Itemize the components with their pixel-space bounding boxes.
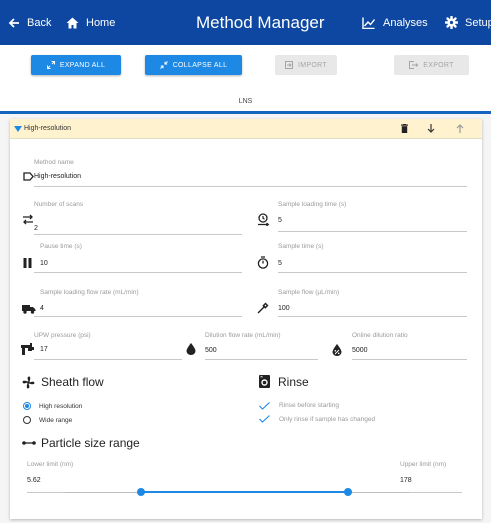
home-icon — [66, 17, 79, 28]
back-button[interactable]: Back — [8, 0, 51, 45]
sample-loading-time-underline — [278, 231, 467, 232]
radio-high-resolution[interactable] — [23, 402, 31, 410]
expand-icon — [46, 61, 55, 69]
sheath-flow-title: Sheath flow — [41, 375, 104, 389]
home-label: Home — [86, 16, 116, 29]
lower-limit-label: Lower limit (nm) — [27, 461, 74, 468]
collapse-all-label: COLLAPSE ALL — [172, 61, 228, 69]
method-name-underline — [34, 186, 467, 187]
range-arrows-icon — [22, 441, 36, 445]
gear-icon — [445, 16, 458, 29]
arrow-left-icon — [8, 17, 19, 28]
expand-all-button[interactable]: EXPAND ALL — [31, 55, 121, 75]
timer-arrow-icon — [258, 213, 270, 226]
upw-pressure-field[interactable]: 17 — [40, 346, 48, 353]
sample-flow-field[interactable]: 100 — [278, 305, 290, 312]
sample-time-underline — [278, 272, 467, 273]
checkmark-icon[interactable] — [259, 402, 270, 410]
radio-wide-range[interactable] — [23, 416, 31, 424]
sample-loading-flow-rate-underline — [34, 316, 242, 317]
sheath-option-high-resolution[interactable]: High resolution — [39, 403, 82, 410]
method-card-title: High-resolution — [24, 125, 72, 132]
pause-time-underline — [34, 272, 242, 273]
arrow-down-icon[interactable] — [427, 124, 435, 133]
number-of-scans-field[interactable]: 2 — [34, 225, 38, 232]
sample-flow-label: Sample flow (µL/min) — [278, 289, 340, 296]
sample-loading-flow-rate-label: Sample loading flow rate (mL/min) — [40, 289, 139, 296]
method-card-header[interactable]: High-resolution — [10, 119, 482, 139]
water-drop-icon — [186, 343, 196, 355]
slider-selected-range — [140, 491, 348, 493]
label-tag-icon — [23, 172, 34, 181]
sample-loading-flow-rate-field[interactable]: 4 — [40, 305, 44, 312]
caret-down-icon[interactable] — [14, 126, 22, 132]
method-name-label: Method name — [34, 159, 74, 166]
particle-size-range-title: Particle size range — [41, 436, 140, 450]
toolbar: EXPAND ALL COLLAPSE ALL IMPORT EXPORT LN… — [0, 45, 491, 112]
checkmark-icon[interactable] — [259, 415, 270, 423]
dilution-flow-rate-underline — [205, 359, 318, 360]
pipette-icon — [257, 302, 269, 314]
percent-drop-icon — [332, 344, 342, 356]
sample-time-label: Sample time (s) — [278, 243, 324, 250]
number-of-scans-underline — [34, 234, 242, 235]
pause-time-label: Pause time (s) — [40, 243, 82, 250]
app-header: Back Home Method Manager Analyses Setup — [0, 0, 491, 45]
dilution-flow-rate-label: Dilution flow rate (mL/min) — [205, 332, 281, 339]
pause-icon — [23, 258, 32, 268]
upper-limit-field[interactable]: 178 — [400, 477, 412, 484]
back-label: Back — [27, 16, 52, 29]
collapse-icon — [159, 61, 168, 69]
sheath-option-wide-range[interactable]: Wide range — [39, 417, 72, 424]
online-dilution-ratio-field[interactable]: 5000 — [352, 347, 368, 354]
stopwatch-icon — [257, 256, 269, 269]
upw-pressure-underline — [34, 359, 182, 360]
analyses-label: Analyses — [383, 16, 428, 29]
delete-icon[interactable] — [401, 124, 408, 133]
truck-icon — [22, 305, 36, 314]
fan-icon — [22, 376, 35, 389]
import-label: IMPORT — [298, 61, 327, 69]
chart-line-icon — [362, 17, 375, 29]
collapse-all-button[interactable]: COLLAPSE ALL — [145, 55, 242, 75]
online-dilution-ratio-label: Online dilution ratio — [352, 332, 408, 339]
rinse-option-if-sample-changed[interactable]: Only rinse if sample has changed — [279, 416, 375, 423]
upper-limit-label: Upper limit (nm) — [400, 461, 447, 468]
group-label: LNS — [238, 98, 253, 105]
rinse-option-before-starting[interactable]: Rinse before starting — [279, 402, 339, 409]
method-name-field[interactable]: High-resolution — [34, 173, 81, 180]
export-button[interactable]: EXPORT — [394, 55, 469, 75]
export-icon — [409, 61, 419, 69]
online-dilution-ratio-underline — [352, 359, 467, 360]
slider-upper-thumb[interactable] — [343, 488, 352, 496]
divider — [0, 111, 491, 114]
arrow-up-icon[interactable] — [456, 124, 464, 133]
upw-pressure-label: UPW pressure (psi) — [34, 332, 91, 339]
setup-button[interactable]: Setup — [445, 0, 491, 45]
size-range-slider[interactable] — [65, 488, 410, 498]
repeat-icon — [23, 214, 33, 225]
number-of-scans-label: Number of scans — [34, 201, 84, 208]
sample-loading-time-label: Sample loading time (s) — [278, 201, 347, 208]
sample-time-field[interactable]: 5 — [278, 260, 282, 267]
dilution-flow-rate-field[interactable]: 500 — [205, 347, 217, 354]
analyses-button[interactable]: Analyses — [362, 0, 428, 45]
sample-flow-underline — [278, 316, 467, 317]
slider-lower-thumb[interactable] — [136, 488, 145, 496]
lower-limit-field[interactable]: 5.62 — [27, 477, 41, 484]
rinse-title: Rinse — [278, 375, 309, 389]
expand-all-label: EXPAND ALL — [59, 61, 106, 69]
import-icon — [285, 61, 294, 69]
sample-loading-time-field[interactable]: 5 — [278, 217, 282, 224]
import-button[interactable]: IMPORT — [275, 55, 337, 75]
method-card: High-resolution Method name High-resolut… — [10, 119, 482, 519]
home-button[interactable]: Home — [66, 0, 115, 45]
faucet-icon — [21, 343, 34, 355]
setup-label: Setup — [465, 16, 491, 29]
page-title: Method Manager — [196, 12, 325, 32]
washing-machine-icon — [259, 375, 270, 388]
pause-time-field[interactable]: 10 — [40, 260, 48, 267]
export-label: EXPORT — [423, 61, 454, 69]
